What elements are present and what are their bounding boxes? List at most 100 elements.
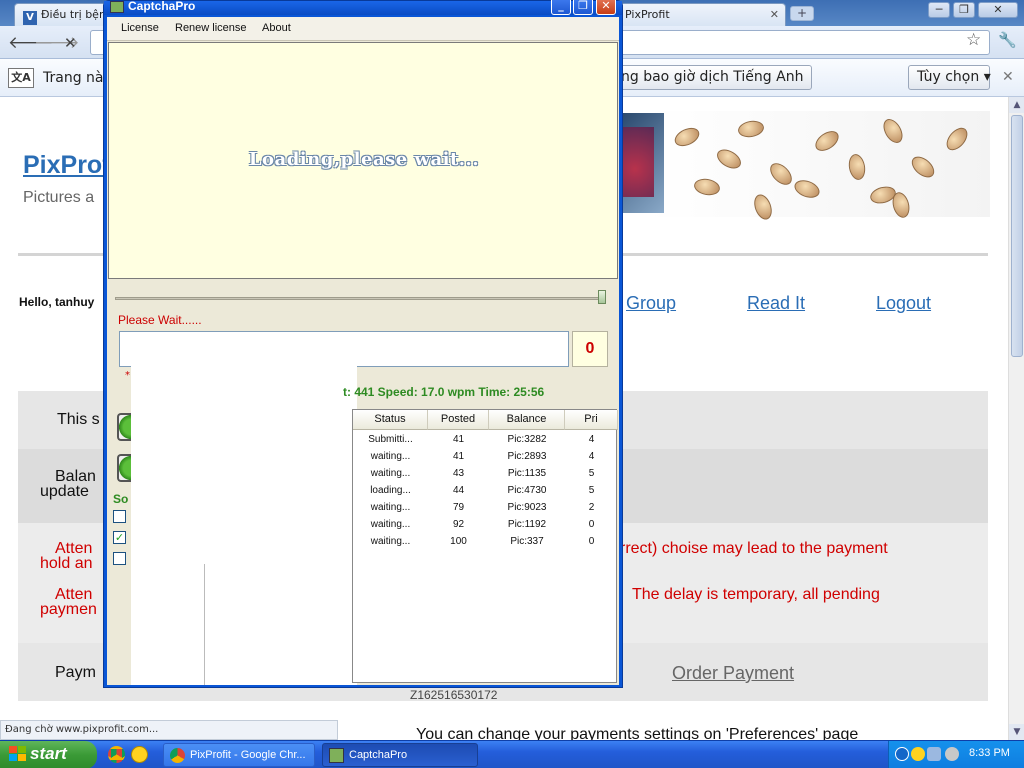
table-cell: waiting... xyxy=(370,536,411,547)
maximize-button[interactable]: ❐ xyxy=(953,2,975,18)
table-row[interactable]: Submitti... 41 Pic:3282 4 xyxy=(353,432,618,449)
slider-thumb[interactable] xyxy=(598,290,606,304)
bookmark-star-icon[interactable]: ☆ xyxy=(966,30,981,50)
site-favicon-icon: V xyxy=(23,11,37,25)
table-cell: 0 xyxy=(588,536,595,547)
table-cell: 43 xyxy=(452,468,465,479)
wrench-menu-icon[interactable]: 🔧 xyxy=(998,31,1017,49)
chrome-icon xyxy=(170,748,185,763)
table-cell: 5 xyxy=(588,485,595,496)
accounts-table: Status Posted Balance Pri Submitti... 41 P… xyxy=(352,409,618,683)
volume-icon[interactable] xyxy=(945,747,959,761)
table-row[interactable]: loading... 44 Pic:4730 5 xyxy=(353,483,618,500)
option-checkbox-1[interactable] xyxy=(113,510,126,523)
captchapro-titlebar[interactable]: CaptchaPro _ ❐ ✕ xyxy=(104,0,622,15)
cp-maximize-button[interactable]: ❐ xyxy=(573,0,593,15)
emoticon-quicklaunch-icon[interactable] xyxy=(131,746,148,763)
table-row[interactable]: waiting... 43 Pic:1135 5 xyxy=(353,466,618,483)
start-green-button[interactable] xyxy=(117,413,131,441)
network-icon[interactable] xyxy=(927,747,941,761)
captcha-preview-area: Loading,please wait... xyxy=(108,42,618,279)
order-payment-link[interactable]: Order Payment xyxy=(672,663,794,684)
tab-pixprofit[interactable]: PixProfit ✕ xyxy=(610,3,786,26)
task-button-chrome[interactable]: PixProfit - Google Chr... xyxy=(163,743,315,767)
close-window-button[interactable]: ✕ xyxy=(978,2,1018,18)
coin-image xyxy=(907,152,939,182)
attention-text-2-right: The delay is temporary, all pending xyxy=(632,586,880,603)
attention-text-2b: paymen xyxy=(40,601,97,618)
table-cell: Pic:337 xyxy=(510,536,544,547)
scroll-thumb[interactable] xyxy=(1011,115,1023,357)
clock[interactable]: 8:33 PM xyxy=(969,747,1010,759)
option-checkbox-3[interactable] xyxy=(113,552,126,565)
table-cell: Pic:3282 xyxy=(507,434,547,445)
translate-icon: 文A xyxy=(8,68,34,88)
nav-link-group[interactable]: Group xyxy=(626,293,676,314)
start-label: start xyxy=(30,744,67,763)
new-tab-button[interactable]: + xyxy=(790,6,814,21)
menu-about[interactable]: About xyxy=(262,22,291,34)
table-cell: waiting... xyxy=(370,451,411,462)
page-scrollbar[interactable]: ▲ ▼ xyxy=(1008,97,1024,740)
captcha-answer-input[interactable] xyxy=(119,331,569,367)
captchapro-icon xyxy=(329,748,344,763)
table-cell: Pic:1135 xyxy=(507,468,547,479)
tab-close-icon[interactable]: ✕ xyxy=(770,8,779,21)
nav-link-read-it[interactable]: Read It xyxy=(747,293,805,314)
info-text: This s xyxy=(57,411,100,428)
table-cell: Pic:9023 xyxy=(507,502,547,513)
column-header-balance[interactable]: Balance xyxy=(489,410,565,430)
please-wait-text: Please Wait...... xyxy=(118,313,202,327)
coin-image xyxy=(713,145,745,173)
scroll-up-icon[interactable]: ▲ xyxy=(1009,97,1024,113)
table-cell: waiting... xyxy=(370,519,411,530)
chrome-quicklaunch-icon[interactable] xyxy=(108,746,125,763)
table-cell: 41 xyxy=(452,451,465,462)
cp-minimize-button[interactable]: _ xyxy=(551,0,571,15)
table-cell: Pic:2893 xyxy=(507,451,547,462)
menu-license[interactable]: License xyxy=(121,22,159,34)
column-header-pri[interactable]: Pri xyxy=(565,410,618,430)
table-cell: 5 xyxy=(588,468,595,479)
tray-collapse-icon[interactable] xyxy=(895,747,909,761)
payment-label: Paym xyxy=(55,664,96,681)
coins-banner-image xyxy=(618,111,990,222)
options-dropdown[interactable]: Tùy chọn ▾ xyxy=(908,65,991,90)
column-header-posted[interactable]: Posted xyxy=(428,410,489,430)
coin-image xyxy=(671,124,703,150)
table-cell: 41 xyxy=(452,434,465,445)
infobar-close-icon[interactable]: ✕ xyxy=(1002,69,1014,85)
tab-label: PixProfit xyxy=(625,8,670,21)
stop-icon[interactable]: ✕ xyxy=(64,34,77,52)
cp-close-button[interactable]: ✕ xyxy=(596,0,616,15)
task-button-captchapro[interactable]: CaptchaPro xyxy=(322,743,478,767)
start-button[interactable]: start xyxy=(0,741,97,768)
coin-image xyxy=(692,176,722,198)
coin-image xyxy=(736,118,766,140)
coin-image xyxy=(879,115,907,147)
stop-green-button[interactable] xyxy=(117,454,131,482)
slider-track[interactable] xyxy=(115,297,603,300)
table-row[interactable]: waiting... 79 Pic:9023 2 xyxy=(353,500,618,517)
so-label: So xyxy=(113,492,129,506)
hello-user-text: Hello, tanhuy xyxy=(19,295,95,309)
windows-logo-icon xyxy=(9,746,27,763)
option-checkbox-2[interactable]: ✓ xyxy=(113,531,126,544)
table-cell: waiting... xyxy=(370,468,411,479)
emoticon-tray-icon[interactable] xyxy=(911,747,925,761)
table-cell: 100 xyxy=(450,536,467,547)
table-row[interactable]: waiting... 41 Pic:2893 4 xyxy=(353,449,618,466)
nav-link-logout[interactable]: Logout xyxy=(876,293,931,314)
minimize-button[interactable]: ─ xyxy=(928,2,950,18)
task-label: CaptchaPro xyxy=(349,749,408,761)
scroll-down-icon[interactable]: ▼ xyxy=(1009,724,1024,740)
table-cell: 79 xyxy=(452,502,465,513)
table-row[interactable]: waiting... 92 Pic:1192 0 xyxy=(353,517,618,534)
never-translate-button[interactable]: ng bao giờ dịch Tiếng Anh xyxy=(612,65,813,90)
table-row[interactable]: waiting... 100 Pic:337 0 xyxy=(353,534,618,551)
column-header-status[interactable]: Status xyxy=(353,410,428,430)
system-tray: 8:33 PM xyxy=(888,741,1024,768)
menu-renew-license[interactable]: Renew license xyxy=(175,22,247,34)
site-logo[interactable]: PixProf xyxy=(23,151,111,180)
cp-menubar: License Renew license About xyxy=(107,17,619,41)
